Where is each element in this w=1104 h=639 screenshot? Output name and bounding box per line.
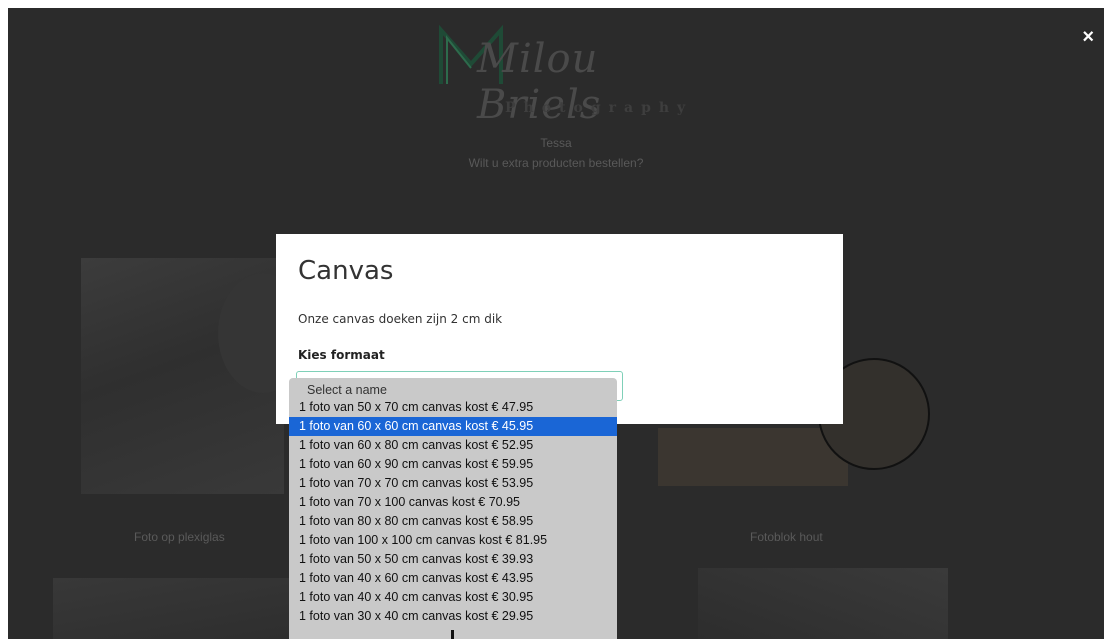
dropdown-option[interactable]: 1 foto van 30 x 40 cm canvas kost € 29.9… <box>289 607 617 626</box>
product-image-fotoblok <box>658 428 848 486</box>
dropdown-placeholder[interactable]: Select a name <box>289 382 617 398</box>
logo-subtitle: Photography <box>505 100 694 116</box>
dropdown-option[interactable]: 1 foto van 50 x 70 cm canvas kost € 47.9… <box>289 398 617 417</box>
dropdown-option[interactable]: 1 foto van 80 x 80 cm canvas kost € 58.9… <box>289 512 617 531</box>
caption-fotoblok: Fotoblok hout <box>750 530 823 544</box>
dropdown-option[interactable]: 1 foto van 50 x 50 cm canvas kost € 39.9… <box>289 550 617 569</box>
logo: Milou Briels Photography <box>433 24 703 128</box>
upsell-question: Wilt u extra producten bestellen? <box>468 156 644 170</box>
text-cursor-icon <box>451 630 454 639</box>
dropdown-option[interactable]: 1 foto van 60 x 60 cm canvas kost € 45.9… <box>289 417 617 436</box>
product-image-bottom-left <box>53 578 293 639</box>
dropdown-option[interactable]: 1 foto van 40 x 60 cm canvas kost € 43.9… <box>289 569 617 588</box>
dropdown-option[interactable]: 1 foto van 100 x 100 cm canvas kost € 81… <box>289 531 617 550</box>
modal-description: Onze canvas doeken zijn 2 cm dik <box>298 312 503 326</box>
close-icon[interactable]: × <box>1082 26 1094 49</box>
dropdown-option[interactable]: 1 foto van 70 x 100 canvas kost € 70.95 <box>289 493 617 512</box>
format-label: Kies formaat <box>298 348 385 362</box>
dropdown-option[interactable]: 1 foto van 70 x 70 cm canvas kost € 53.9… <box>289 474 617 493</box>
customer-name: Tessa <box>540 136 572 150</box>
caption-plexiglas: Foto op plexiglas <box>134 530 225 544</box>
dropdown-option[interactable]: 1 foto van 60 x 90 cm canvas kost € 59.9… <box>289 455 617 474</box>
dropdown-option[interactable]: 1 foto van 60 x 80 cm canvas kost € 52.9… <box>289 436 617 455</box>
modal-title: Canvas <box>298 256 394 286</box>
dropdown-option[interactable]: 1 foto van 40 x 40 cm canvas kost € 30.9… <box>289 588 617 607</box>
product-image-bottom-right <box>698 568 948 639</box>
format-dropdown-list[interactable]: Select a name 1 foto van 50 x 70 cm canv… <box>289 378 617 639</box>
